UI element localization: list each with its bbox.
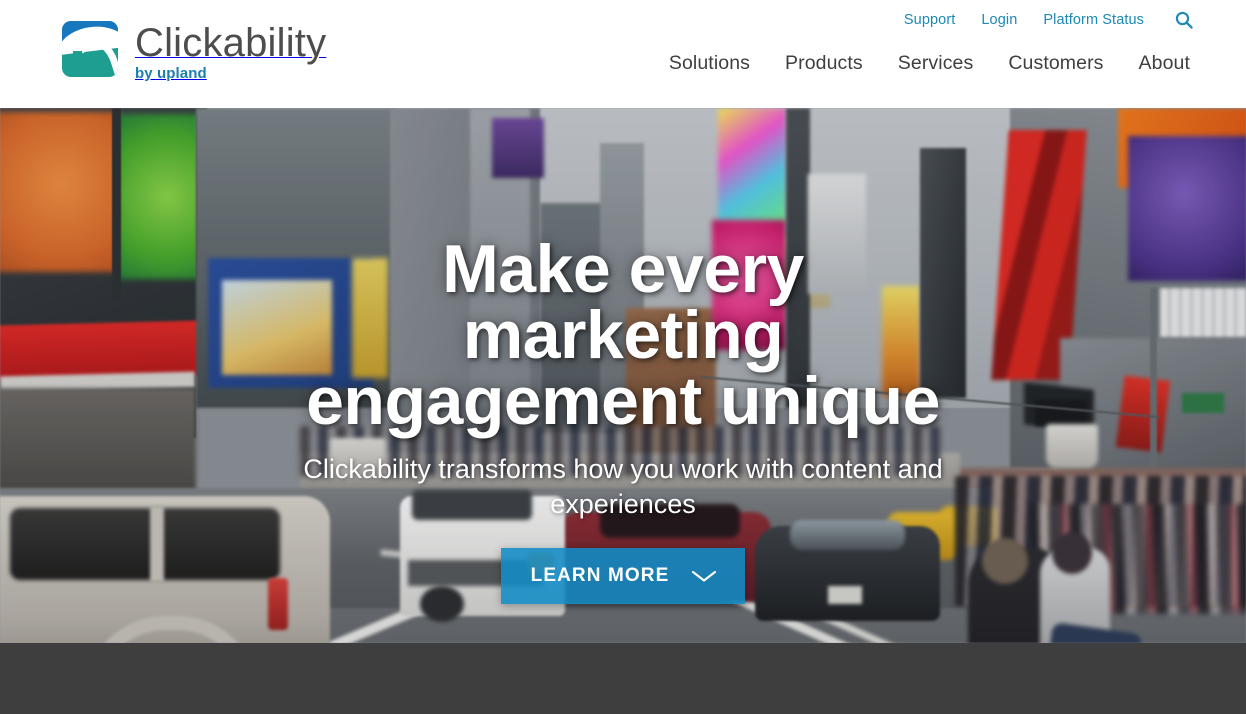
nav-item-about[interactable]: About xyxy=(1139,52,1190,75)
search-icon[interactable] xyxy=(1174,10,1194,30)
hero-title: Make every marketing engagement unique xyxy=(306,231,940,439)
value-proposition-section: Increase engagement. Drive revenue. Boos… xyxy=(0,643,1246,714)
utility-link-support[interactable]: Support xyxy=(904,12,956,28)
hero-subtitle: Clickability transforms how you work wit… xyxy=(303,454,943,519)
nav-item-solutions[interactable]: Solutions xyxy=(669,52,750,75)
hero-content: Make every marketing engagement unique C… xyxy=(0,108,1246,643)
site-header: Clickability by upland Support Login Pla… xyxy=(0,0,1246,108)
learn-more-button[interactable]: LEARN MORE xyxy=(500,548,746,604)
logo-wordmark: Clickability xyxy=(135,21,327,65)
utility-link-platform-status[interactable]: Platform Status xyxy=(1043,12,1144,28)
nav-item-products[interactable]: Products xyxy=(785,52,863,75)
chevron-down-icon xyxy=(692,570,717,582)
hero-banner: Make every marketing engagement unique C… xyxy=(0,108,1246,643)
logo-tagline: by upland xyxy=(135,65,207,82)
nav-item-customers[interactable]: Customers xyxy=(1008,52,1103,75)
nav-item-services[interactable]: Services xyxy=(898,52,974,75)
utility-link-login[interactable]: Login xyxy=(981,12,1017,28)
main-nav: Solutions Products Services Customers Ab… xyxy=(669,52,1190,75)
clickability-wave-logo-icon xyxy=(62,21,118,77)
utility-nav: Support Login Platform Status xyxy=(904,10,1194,30)
page-root: Clickability by upland Support Login Pla… xyxy=(0,0,1246,714)
learn-more-label: LEARN MORE xyxy=(530,565,670,586)
site-logo[interactable]: Clickability by upland xyxy=(62,21,326,82)
